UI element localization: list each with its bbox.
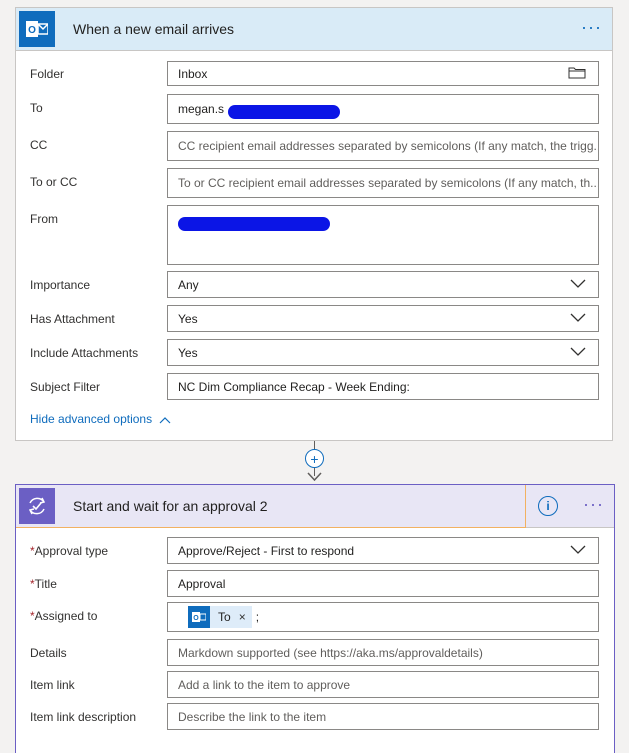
title-label: *Title — [30, 577, 57, 591]
arrow-down-icon — [307, 471, 322, 485]
assigned-to-field[interactable]: O To × ; — [167, 602, 599, 632]
to-or-cc-field[interactable]: To or CC recipient email addresses separ… — [167, 168, 599, 198]
svg-text:O: O — [193, 615, 199, 622]
title-focus-outline — [16, 485, 526, 528]
approval-card: Start and wait for an approval 2 i ··· *… — [15, 484, 615, 753]
trigger-card: O When a new email arrives ··· Folder In… — [15, 7, 613, 441]
importance-label: Importance — [30, 278, 91, 292]
more-options-icon[interactable]: ··· — [583, 494, 604, 515]
folder-field[interactable]: Inbox — [167, 61, 599, 86]
to-label: To — [30, 101, 43, 115]
approval-header[interactable]: Start and wait for an approval 2 i ··· — [16, 485, 614, 528]
hide-advanced-options-link[interactable]: Hide advanced options — [30, 412, 171, 427]
token-label: To — [218, 610, 231, 624]
include-attachments-dropdown[interactable]: Yes — [167, 339, 599, 366]
outlook-icon: O — [188, 606, 210, 628]
title-input[interactable]: Approval — [167, 570, 599, 597]
info-icon[interactable]: i — [538, 496, 558, 516]
trigger-title: When a new email arrives — [73, 21, 235, 37]
approval-type-label: *Approval type — [30, 544, 109, 558]
approval-type-dropdown[interactable]: Approve/Reject - First to respond — [167, 537, 599, 564]
chevron-down-icon — [570, 312, 586, 326]
title-value: Approval — [178, 576, 226, 591]
redaction-mark — [228, 105, 340, 119]
to-or-cc-label: To or CC — [30, 175, 78, 189]
subject-filter-label: Subject Filter — [30, 380, 101, 394]
chevron-up-icon — [159, 413, 171, 427]
has-attachment-value: Yes — [178, 311, 198, 326]
to-value: megan.s — [178, 102, 225, 116]
hide-advanced-options-label: Hide advanced options — [30, 412, 153, 426]
more-options-icon[interactable]: ··· — [581, 17, 602, 38]
chevron-down-icon — [570, 346, 586, 360]
folder-value: Inbox — [178, 66, 208, 81]
details-label: Details — [30, 646, 67, 660]
from-label: From — [30, 212, 58, 226]
folder-picker-icon[interactable] — [568, 66, 586, 82]
details-placeholder: Markdown supported (see https://aka.ms/a… — [178, 645, 483, 660]
assigned-to-separator: ; — [255, 610, 260, 624]
to-or-cc-placeholder: To or CC recipient email addresses separ… — [178, 176, 599, 190]
redaction-mark — [178, 217, 330, 231]
chevron-down-icon — [570, 544, 586, 558]
cc-label: CC — [30, 138, 48, 152]
outlook-icon: O — [19, 11, 55, 47]
has-attachment-dropdown[interactable]: Yes — [167, 305, 599, 332]
importance-value: Any — [178, 277, 199, 292]
item-link-label: Item link — [30, 678, 75, 692]
include-attachments-value: Yes — [178, 345, 198, 360]
svg-text:O: O — [28, 25, 36, 36]
folder-label: Folder — [30, 67, 65, 81]
chevron-down-icon — [570, 278, 586, 292]
assigned-to-label: *Assigned to — [30, 609, 98, 623]
cc-field[interactable]: CC recipient email addresses separated b… — [167, 131, 599, 161]
remove-token-icon[interactable]: × — [239, 610, 246, 624]
item-link-description-placeholder: Describe the link to the item — [178, 709, 327, 724]
trigger-header[interactable]: O When a new email arrives ··· — [16, 8, 612, 51]
item-link-placeholder: Add a link to the item to approve — [178, 677, 351, 692]
from-field[interactable] — [167, 205, 599, 265]
item-link-input[interactable]: Add a link to the item to approve — [167, 671, 599, 698]
include-attachments-label: Include Attachments — [30, 346, 139, 360]
subject-filter-value: NC Dim Compliance Recap - Week Ending: — [178, 379, 410, 394]
approval-type-value: Approve/Reject - First to respond — [178, 543, 355, 558]
plus-icon: + — [310, 450, 319, 467]
item-link-description-input[interactable]: Describe the link to the item — [167, 703, 599, 730]
cc-placeholder: CC recipient email addresses separated b… — [178, 139, 599, 153]
subject-filter-input[interactable]: NC Dim Compliance Recap - Week Ending: — [167, 373, 599, 400]
connector-line — [314, 441, 315, 449]
details-input[interactable]: Markdown supported (see https://aka.ms/a… — [167, 639, 599, 666]
item-link-description-label: Item link description — [30, 710, 137, 724]
dynamic-content-token[interactable]: O To × — [188, 606, 252, 628]
add-step-button[interactable]: + — [305, 449, 324, 468]
has-attachment-label: Has Attachment — [30, 312, 115, 326]
importance-dropdown[interactable]: Any — [167, 271, 599, 298]
